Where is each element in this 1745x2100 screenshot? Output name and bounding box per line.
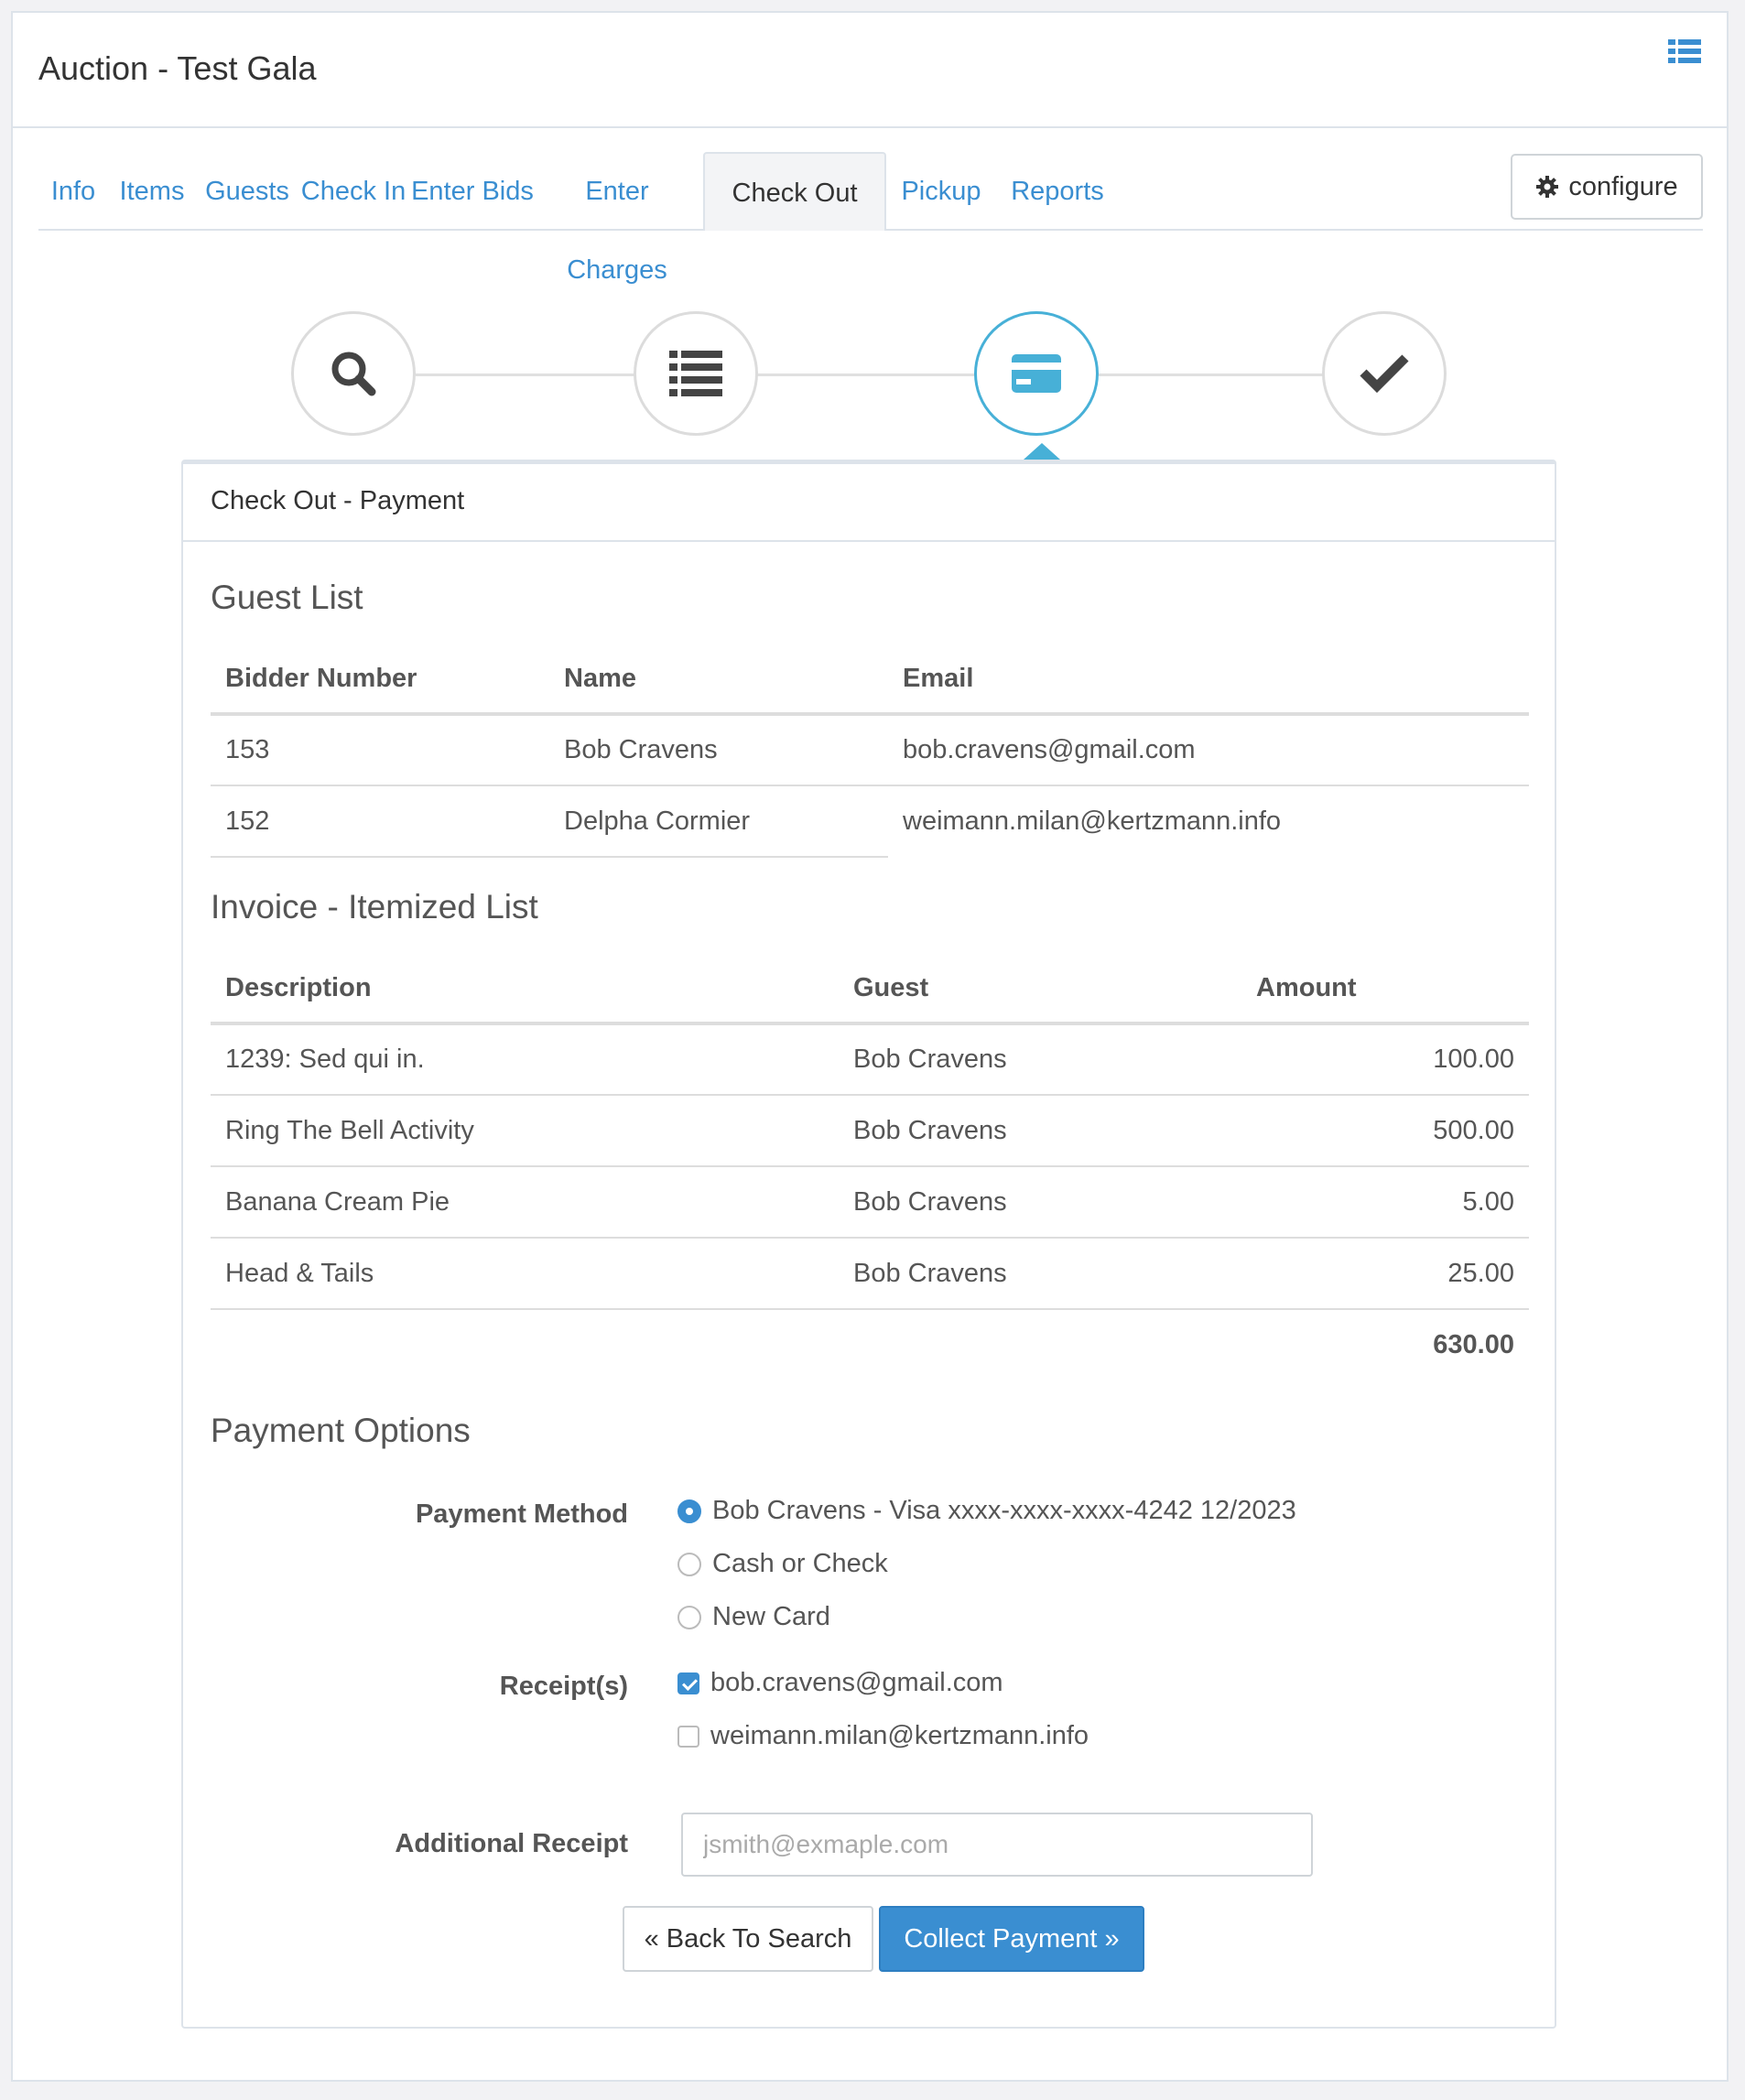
item-description: Ring The Bell Activity bbox=[211, 1095, 839, 1167]
checkout-stepper bbox=[13, 297, 1727, 443]
additional-receipt-label: Additional Receipt bbox=[395, 1829, 628, 1858]
item-description: Head & Tails bbox=[211, 1238, 839, 1310]
step-connector bbox=[756, 373, 994, 376]
tab-guests[interactable]: Guests bbox=[196, 152, 298, 231]
guest-name: Bob Cravens bbox=[549, 714, 888, 786]
search-icon bbox=[331, 352, 376, 396]
table-row: Ring The Bell Activity Bob Cravens 500.0… bbox=[211, 1095, 1529, 1167]
tab-pickup[interactable]: Pickup bbox=[886, 152, 996, 231]
bidder-number: 153 bbox=[211, 714, 549, 786]
item-amount: 5.00 bbox=[1241, 1166, 1529, 1239]
item-amount: 25.00 bbox=[1241, 1238, 1529, 1310]
gear-icon bbox=[1536, 176, 1559, 198]
app-header: Auction - Test Gala bbox=[13, 13, 1727, 128]
receipt-option-2[interactable]: weimann.milan@kertzmann.info bbox=[677, 1721, 1089, 1751]
bidder-number: 152 bbox=[211, 785, 549, 858]
item-amount: 100.00 bbox=[1241, 1023, 1529, 1096]
col-guest: Guest bbox=[839, 954, 1241, 1025]
credit-card-icon bbox=[1012, 354, 1061, 393]
app-window: Auction - Test Gala Info Items Guests Ch… bbox=[11, 11, 1729, 2082]
step-complete[interactable] bbox=[1322, 311, 1447, 436]
receipt-email-1: bob.cravens@gmail.com bbox=[710, 1668, 1003, 1697]
step-items[interactable] bbox=[634, 311, 758, 436]
tab-check-in[interactable]: Check In bbox=[298, 152, 408, 231]
step-search[interactable] bbox=[291, 311, 416, 436]
table-row: Banana Cream Pie Bob Cravens 5.00 bbox=[211, 1166, 1529, 1239]
total-row: 630.00 bbox=[211, 1309, 1529, 1380]
payment-method-card[interactable]: Bob Cravens - Visa xxxx-xxxx-xxxx-4242 1… bbox=[677, 1496, 1296, 1526]
receipt-option-1[interactable]: bob.cravens@gmail.com bbox=[677, 1668, 1003, 1698]
checkmark-icon bbox=[1360, 354, 1409, 394]
radio-button[interactable] bbox=[677, 1499, 701, 1523]
page-title: Auction - Test Gala bbox=[38, 49, 317, 87]
list-menu-icon[interactable] bbox=[1668, 37, 1701, 66]
guest-name: Delpha Cormier bbox=[549, 785, 888, 858]
col-description: Description bbox=[211, 954, 839, 1025]
payment-method-cash[interactable]: Cash or Check bbox=[677, 1549, 888, 1579]
panel-title: Check Out - Payment bbox=[183, 461, 1555, 542]
payment-method-cash-label: Cash or Check bbox=[712, 1549, 888, 1578]
invoice-total: 630.00 bbox=[1433, 1330, 1514, 1359]
payment-method-new-card-label: New Card bbox=[712, 1602, 830, 1631]
invoice-title: Invoice - Itemized List bbox=[211, 888, 538, 926]
receipts-label: Receipt(s) bbox=[499, 1672, 628, 1701]
back-to-search-button[interactable]: « Back To Search bbox=[623, 1906, 873, 1972]
table-row: 1239: Sed qui in. Bob Cravens 100.00 bbox=[211, 1023, 1529, 1096]
step-connector bbox=[1099, 373, 1337, 376]
item-description: Banana Cream Pie bbox=[211, 1166, 839, 1239]
payment-method-label: Payment Method bbox=[415, 1499, 628, 1529]
tab-enter-bids[interactable]: Enter Bids bbox=[408, 152, 537, 231]
step-payment[interactable] bbox=[974, 311, 1099, 436]
guest-email: weimann.milan@kertzmann.info bbox=[903, 806, 1282, 836]
tab-items[interactable]: Items bbox=[108, 152, 196, 231]
payment-options-title: Payment Options bbox=[211, 1412, 471, 1449]
additional-receipt-input[interactable] bbox=[681, 1813, 1313, 1877]
item-description: 1239: Sed qui in. bbox=[211, 1023, 839, 1096]
payment-method-card-label: Bob Cravens - Visa xxxx-xxxx-xxxx-4242 1… bbox=[712, 1496, 1296, 1525]
item-guest: Bob Cravens bbox=[839, 1238, 1241, 1310]
payment-panel: Check Out - Payment Guest List Bidder Nu… bbox=[181, 460, 1556, 2029]
table-row: Head & Tails Bob Cravens 25.00 bbox=[211, 1238, 1529, 1310]
item-guest: Bob Cravens bbox=[839, 1023, 1241, 1096]
checkbox[interactable] bbox=[677, 1725, 699, 1748]
panel-divider bbox=[183, 461, 1555, 464]
radio-button[interactable] bbox=[677, 1552, 701, 1576]
col-name: Name bbox=[549, 644, 888, 716]
guest-email: bob.cravens@gmail.com bbox=[888, 714, 1529, 786]
payment-method-new-card[interactable]: New Card bbox=[677, 1602, 830, 1632]
configure-label: configure bbox=[1568, 171, 1678, 201]
table-row: 153 Bob Cravens bob.cravens@gmail.com bbox=[211, 714, 1529, 786]
table-row: 152 Delpha Cormier weimann.milan@kertzma… bbox=[211, 785, 1529, 858]
col-email: Email bbox=[888, 644, 1529, 716]
active-step-pointer bbox=[1024, 443, 1060, 460]
item-guest: Bob Cravens bbox=[839, 1095, 1241, 1167]
configure-button[interactable]: configure bbox=[1511, 154, 1703, 220]
invoice-table: Description Guest Amount 1239: Sed qui i… bbox=[211, 954, 1529, 1380]
tab-info[interactable]: Info bbox=[38, 152, 108, 231]
col-bidder-number: Bidder Number bbox=[211, 644, 549, 716]
nav-tabs: Info Items Guests Check In Enter Bids En… bbox=[38, 152, 1703, 285]
item-amount: 500.00 bbox=[1241, 1095, 1529, 1167]
guest-list-title: Guest List bbox=[211, 579, 363, 616]
collect-payment-button[interactable]: Collect Payment » bbox=[879, 1906, 1144, 1972]
receipt-email-2: weimann.milan@kertzmann.info bbox=[710, 1721, 1089, 1750]
list-icon bbox=[669, 351, 722, 396]
col-amount: Amount bbox=[1241, 954, 1529, 1025]
tab-check-out[interactable]: Check Out bbox=[703, 152, 886, 231]
radio-button[interactable] bbox=[677, 1605, 701, 1629]
step-connector bbox=[416, 373, 648, 376]
guest-table: Bidder Number Name Email 153 Bob Cravens… bbox=[211, 644, 1529, 858]
item-guest: Bob Cravens bbox=[839, 1166, 1241, 1239]
tab-enter-charges[interactable]: Enter Charges bbox=[537, 152, 698, 285]
checkbox[interactable] bbox=[677, 1672, 699, 1694]
tab-reports[interactable]: Reports bbox=[996, 152, 1119, 231]
